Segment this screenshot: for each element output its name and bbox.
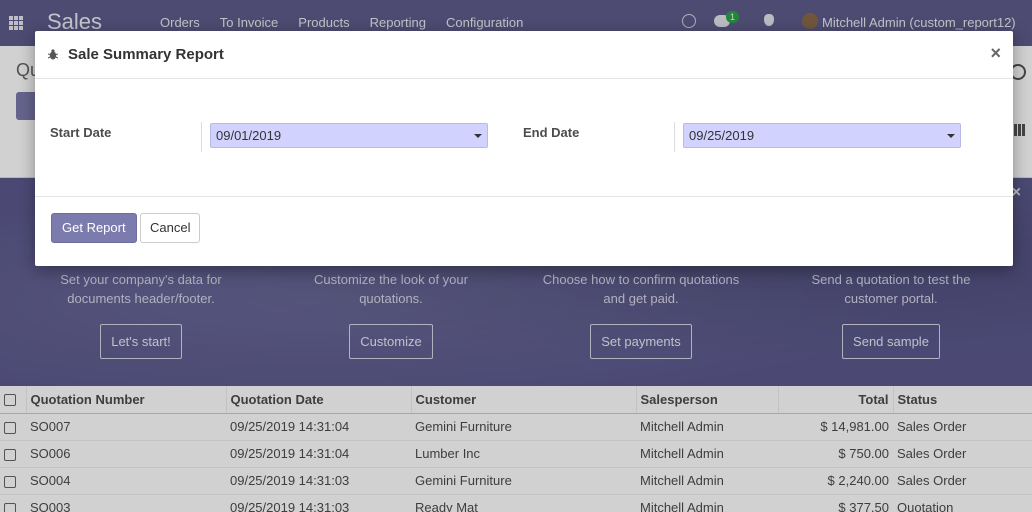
start-date-field[interactable]: 09/01/2019 (210, 123, 488, 148)
field-separator (201, 122, 202, 152)
field-separator (674, 122, 675, 152)
end-date-label: End Date (523, 125, 580, 140)
close-icon[interactable]: × (990, 43, 1001, 64)
chevron-down-icon[interactable] (947, 134, 955, 138)
dialog-title: Sale Summary Report (68, 46, 224, 63)
chevron-down-icon[interactable] (474, 134, 482, 138)
start-date-label: Start Date (50, 125, 112, 140)
dialog-footer: Get Report Cancel (35, 197, 1013, 265)
end-date-field[interactable]: 09/25/2019 (683, 123, 961, 148)
bug-icon (48, 49, 58, 60)
start-date-value: 09/01/2019 (216, 128, 282, 143)
sale-summary-dialog: Sale Summary Report × Start Date 09/01/2… (35, 31, 1013, 266)
end-date-value: 09/25/2019 (689, 128, 755, 143)
cancel-button[interactable]: Cancel (140, 213, 201, 243)
dialog-header: Sale Summary Report × (35, 31, 1013, 79)
dialog-body: Start Date 09/01/2019 End Date 09/25/201… (35, 79, 1013, 197)
get-report-button[interactable]: Get Report (51, 213, 137, 243)
